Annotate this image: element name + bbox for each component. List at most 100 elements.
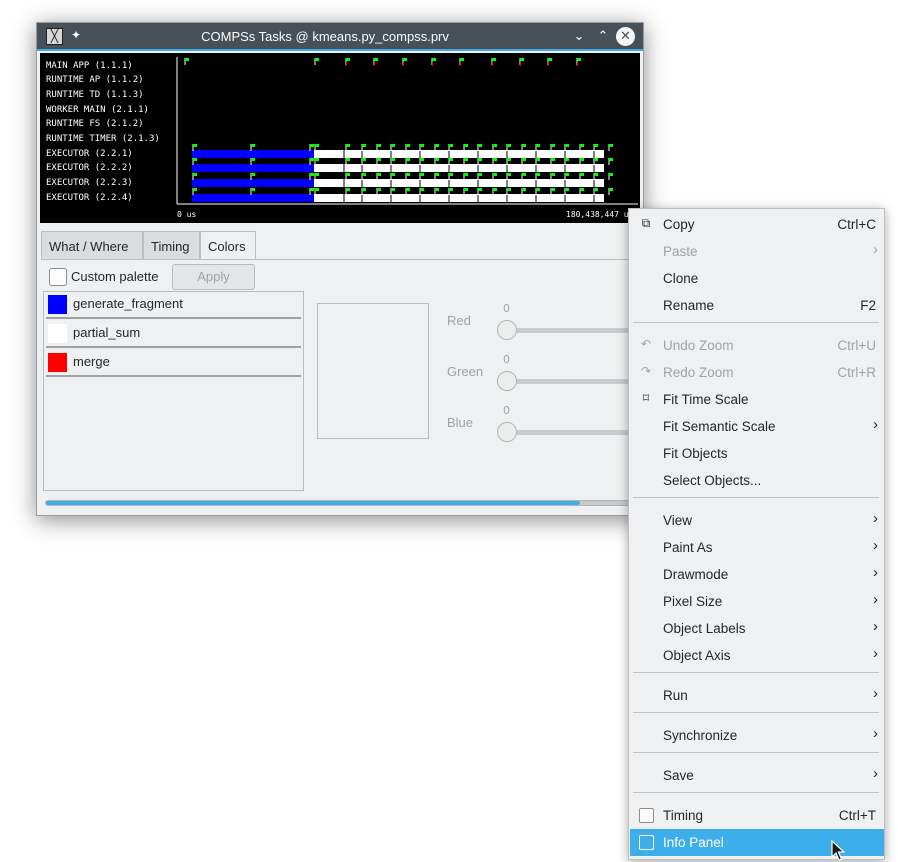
menu-item-object-axis[interactable]: Object Axis › (630, 642, 884, 669)
blue-slider-handle[interactable] (497, 422, 517, 442)
window-title: COMPSs Tasks @ kmeans.py_compss.prv (201, 29, 449, 44)
menu-item-label: Paint As (663, 540, 713, 555)
menu-separator (633, 792, 879, 793)
chevron-right-icon: › (873, 416, 878, 433)
red-slider-handle[interactable] (497, 320, 517, 340)
task-bar-generate-fragment (192, 194, 314, 202)
menu-item-drawmode[interactable]: Drawmode › (630, 561, 884, 588)
menu-item-label: Select Objects... (663, 473, 762, 488)
palette-item-name: merge (73, 354, 110, 369)
minimize-icon[interactable]: ⌄ (569, 27, 589, 47)
tab-timing[interactable]: Timing (143, 231, 200, 260)
event-flag (315, 158, 319, 161)
event-flag (493, 144, 497, 147)
timeline-plot[interactable] (40, 53, 640, 223)
color-swatch (48, 295, 67, 314)
window-titlebar[interactable]: ╳ ✦ COMPSs Tasks @ kmeans.py_compss.prv … (37, 23, 643, 51)
chevron-right-icon: › (873, 725, 878, 742)
menu-item-label: Object Labels (663, 621, 746, 636)
menu-item-rename[interactable]: Rename F2 (630, 292, 884, 319)
task-bar-partial-sum (314, 179, 604, 187)
event-flag (346, 158, 350, 161)
menu-item-select-objects[interactable]: Select Objects... (630, 467, 884, 494)
event-flag (420, 144, 424, 147)
event-flag (435, 188, 439, 191)
event-flag (435, 173, 439, 176)
menu-item-fit-objects[interactable]: Fit Objects (630, 440, 884, 467)
event-flag (420, 158, 424, 161)
event-flag (464, 158, 468, 161)
event-flag (315, 188, 319, 191)
task-bar-partial-sum (314, 150, 604, 158)
tab-colors[interactable]: Colors (200, 231, 256, 260)
menu-item-label: Timing (663, 808, 704, 823)
task-bar-generate-fragment (192, 179, 314, 187)
menu-item-object-labels[interactable]: Object Labels › (630, 615, 884, 642)
menu-item-timing[interactable]: Timing Ctrl+T (630, 802, 884, 829)
close-icon[interactable]: ✕ (616, 27, 635, 46)
green-slider-handle[interactable] (497, 371, 517, 391)
event-flag (346, 144, 350, 147)
progress-bar (45, 500, 640, 506)
menu-item-run[interactable]: Run › (630, 682, 884, 709)
paraver-app-icon[interactable]: ╳ (46, 28, 63, 45)
event-marker (346, 62, 347, 66)
event-marker (548, 62, 549, 66)
red-slider-track[interactable] (507, 328, 637, 333)
event-flag (315, 58, 319, 61)
progress-fill (46, 501, 580, 505)
menu-item-label: Undo Zoom (663, 338, 734, 353)
list-item[interactable]: merge (46, 350, 301, 377)
info-panel-checkbox[interactable] (639, 835, 654, 850)
menu-item-label: Copy (663, 217, 695, 232)
menu-item-save[interactable]: Save › (630, 762, 884, 789)
event-flag (522, 173, 526, 176)
green-slider-track[interactable] (507, 379, 637, 384)
event-marker (520, 62, 521, 66)
menu-item-clone[interactable]: Clone (630, 265, 884, 292)
event-flag (522, 188, 526, 191)
menu-item-view[interactable]: View › (630, 507, 884, 534)
menu-item-label: Rename (663, 298, 715, 313)
timeline-canvas[interactable]: MAIN APP (1.1.1) RUNTIME AP (1.1.2) RUNT… (40, 53, 640, 223)
green-value: 0 (503, 353, 510, 366)
mouse-cursor-icon (831, 840, 846, 861)
event-flag (315, 173, 319, 176)
custom-palette-label[interactable]: Custom palette (71, 269, 158, 284)
maximize-icon[interactable]: ⌃ (593, 27, 613, 47)
list-item[interactable]: partial_sum (46, 321, 301, 348)
palette-list[interactable]: generate_fragment partial_sum merge (43, 291, 304, 491)
menu-item-undo-zoom[interactable]: ↶ Undo Zoom Ctrl+U (630, 332, 884, 359)
blue-label: Blue (447, 415, 474, 430)
list-item[interactable]: generate_fragment (46, 292, 301, 319)
menu-item-fit-semantic-scale[interactable]: Fit Semantic Scale › (630, 413, 884, 440)
custom-palette-checkbox[interactable] (49, 268, 67, 286)
blue-slider-track[interactable] (507, 430, 637, 435)
event-flag (315, 144, 319, 147)
color-swatch (48, 353, 67, 372)
menu-item-pixel-size[interactable]: Pixel Size › (630, 588, 884, 615)
timing-checkbox[interactable] (639, 808, 654, 823)
menu-item-shortcut: Ctrl+U (837, 338, 876, 353)
menu-item-label: Save (663, 768, 694, 783)
menu-item-label: Clone (663, 271, 699, 286)
apply-button[interactable]: Apply (172, 264, 255, 290)
menu-item-copy[interactable]: ⧉ Copy Ctrl+C (630, 211, 884, 238)
menu-item-redo-zoom[interactable]: ↷ Redo Zoom Ctrl+R (630, 359, 884, 386)
menu-item-synchronize[interactable]: Synchronize › (630, 722, 884, 749)
event-flag (403, 58, 407, 61)
menu-item-paint-as[interactable]: Paint As › (630, 534, 884, 561)
event-flag (420, 188, 424, 191)
event-flag (251, 188, 255, 191)
event-flag (551, 188, 555, 191)
event-flag (464, 188, 468, 191)
tab-what-where[interactable]: What / Where (41, 231, 143, 260)
event-flag (493, 173, 497, 176)
pin-icon[interactable]: ✦ (71, 28, 81, 42)
menu-item-label: Object Axis (663, 648, 731, 663)
event-flag (536, 144, 540, 147)
menu-item-paste[interactable]: Paste › (630, 238, 884, 265)
event-flag (493, 158, 497, 161)
menu-item-fit-time-scale[interactable]: ⌑ Fit Time Scale (630, 386, 884, 413)
menu-item-label: Info Panel (663, 835, 724, 850)
